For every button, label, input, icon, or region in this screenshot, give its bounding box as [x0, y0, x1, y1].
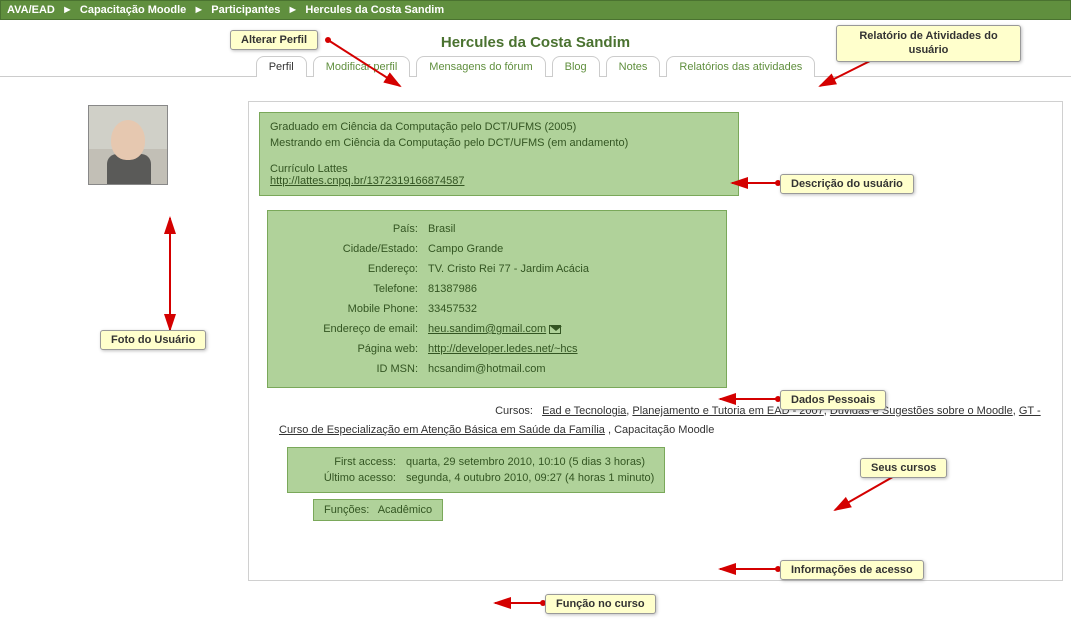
breadcrumb-item: Hercules da Costa Sandim: [305, 4, 444, 16]
callout-dados: Dados Pessoais: [780, 390, 886, 410]
roles-box: Funções: Acadêmico: [313, 499, 443, 521]
field-label: Página web:: [278, 343, 428, 355]
breadcrumb-sep: ►: [58, 4, 77, 16]
callout-relatorio: Relatório de Atividades do usuário: [836, 25, 1021, 62]
breadcrumb: AVA/EAD ► Capacitação Moodle ► Participa…: [0, 0, 1071, 20]
description-line: Mestrando em Ciência da Computação pelo …: [270, 137, 728, 149]
field-label: Último acesso:: [298, 472, 406, 484]
course-plain: Capacitação Moodle: [614, 424, 714, 436]
tab-blog[interactable]: Blog: [552, 56, 600, 77]
field-label: País:: [278, 223, 428, 235]
course-link[interactable]: Ead e Tecnologia: [542, 405, 626, 417]
field-label: Mobile Phone:: [278, 303, 428, 315]
field-value: Campo Grande: [428, 243, 716, 255]
field-label: First access:: [298, 456, 406, 468]
field-value: 81387986: [428, 283, 716, 295]
field-value: quarta, 29 setembro 2010, 10:10 (5 dias …: [406, 456, 645, 468]
field-value: TV. Cristo Rei 77 - Jardim Acácia: [428, 263, 716, 275]
breadcrumb-item[interactable]: Participantes: [211, 4, 280, 16]
field-value: Brasil: [428, 223, 716, 235]
tab-perfil[interactable]: Perfil: [256, 56, 307, 77]
profile-panel: Graduado em Ciência da Computação pelo D…: [248, 101, 1063, 581]
field-label: ID MSN:: [278, 363, 428, 375]
personal-data-box: País:Brasil Cidade/Estado:Campo Grande E…: [267, 210, 727, 388]
email-link[interactable]: heu.sandim@gmail.com: [428, 323, 546, 335]
access-box: First access:quarta, 29 setembro 2010, 1…: [287, 447, 665, 493]
field-value: 33457532: [428, 303, 716, 315]
avatar: [88, 105, 168, 185]
callout-alterar-perfil: Alterar Perfil: [230, 30, 318, 50]
web-link[interactable]: http://developer.ledes.net/~hcs: [428, 343, 578, 355]
tabs: Perfil Modificar perfil Mensagens do fór…: [256, 56, 816, 77]
page-title: Hercules da Costa Sandim: [441, 34, 630, 51]
callout-funcao: Função no curso: [545, 594, 656, 614]
description-box: Graduado em Ciência da Computação pelo D…: [259, 112, 739, 196]
tab-relatorios-atividades[interactable]: Relatórios das atividades: [666, 56, 815, 77]
field-label: Telefone:: [278, 283, 428, 295]
description-line: Graduado em Ciência da Computação pelo D…: [270, 121, 728, 133]
field-label: Funções:: [324, 504, 375, 516]
field-value: Acadêmico: [378, 504, 432, 516]
breadcrumb-sep: ►: [189, 4, 208, 16]
field-value: segunda, 4 outubro 2010, 09:27 (4 horas …: [406, 472, 654, 484]
tab-modificar-perfil[interactable]: Modificar perfil: [313, 56, 411, 77]
breadcrumb-item[interactable]: AVA/EAD: [7, 4, 55, 16]
field-label: Endereço:: [278, 263, 428, 275]
callout-descricao: Descrição do usuário: [780, 174, 914, 194]
tab-notes[interactable]: Notes: [606, 56, 661, 77]
tab-mensagens-forum[interactable]: Mensagens do fórum: [416, 56, 545, 77]
courses-line: Cursos: Ead e Tecnologia, Planejamento e…: [259, 402, 1052, 439]
lattes-link[interactable]: http://lattes.cnpq.br/1372319166874587: [270, 175, 465, 187]
callout-cursos: Seus cursos: [860, 458, 947, 478]
lattes-label: Currículo Lattes: [270, 163, 728, 175]
callout-acesso: Informações de acesso: [780, 560, 924, 580]
envelope-icon: [549, 325, 561, 334]
breadcrumb-item[interactable]: Capacitação Moodle: [80, 4, 186, 16]
courses-label: Cursos:: [279, 402, 539, 421]
field-label: Endereço de email:: [278, 323, 428, 335]
field-label: Cidade/Estado:: [278, 243, 428, 255]
callout-foto: Foto do Usuário: [100, 330, 206, 350]
field-value: hcsandim@hotmail.com: [428, 363, 716, 375]
breadcrumb-sep: ►: [283, 4, 302, 16]
